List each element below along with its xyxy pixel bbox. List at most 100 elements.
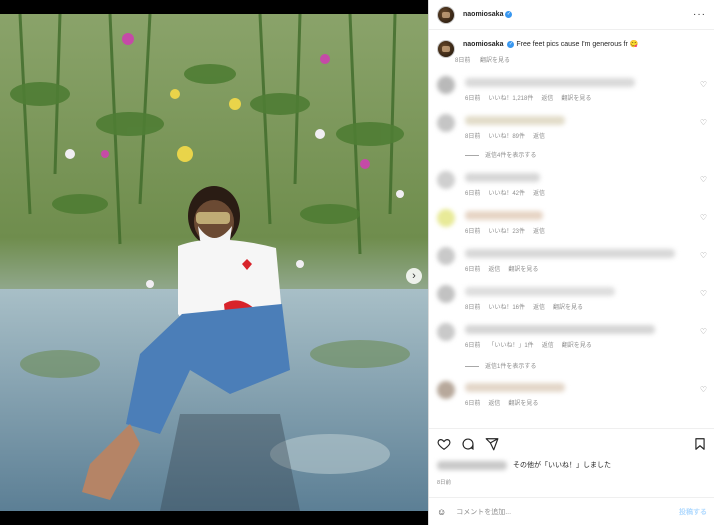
- comment-meta-item[interactable]: 翻訳を見る: [553, 305, 583, 311]
- more-icon[interactable]: ···: [693, 9, 706, 20]
- view-replies-label[interactable]: 返信4件を表示する: [485, 153, 536, 159]
- comment-meta-item[interactable]: 返信: [533, 191, 545, 197]
- comment-meta-item[interactable]: 返信: [533, 305, 545, 311]
- comment-heart-icon[interactable]: ♡: [700, 213, 707, 222]
- blurred-comment-text: [465, 325, 655, 334]
- caption: naomiosaka ✓ Free feet pics cause I'm ge…: [429, 34, 714, 64]
- comment-heart-icon[interactable]: ♡: [700, 80, 707, 89]
- comment-meta-item[interactable]: いいね！42件: [488, 191, 525, 197]
- blurred-comment-text: [465, 173, 540, 182]
- comment-meta-item[interactable]: 返信: [542, 343, 554, 349]
- comment-row: 6日前 いいね！23件 返信 ♡: [429, 207, 714, 237]
- comment-meta-item[interactable]: いいね！1,218件: [488, 96, 533, 102]
- comment-heart-icon[interactable]: ♡: [700, 327, 707, 336]
- comment-meta-item[interactable]: 「いいね！」1件: [488, 343, 533, 349]
- commenter-avatar[interactable]: [437, 247, 455, 265]
- likes-text[interactable]: その他が「いいね！」しました: [513, 460, 611, 470]
- comment-meta-item[interactable]: 翻訳を見る: [561, 96, 591, 102]
- comment-meta-item[interactable]: いいね！89件: [488, 134, 525, 140]
- view-replies-link[interactable]: 返信1件を表示する: [465, 361, 536, 370]
- comment-meta: 6日前 返信 翻訳を見る: [465, 398, 546, 407]
- comment-row: 6日前 返信 翻訳を見る ♡: [429, 379, 714, 409]
- comment-row: 6日前 いいね！42件 返信 ♡: [429, 169, 714, 199]
- verified-icon: ✓: [507, 40, 515, 48]
- likes-summary: その他が「いいね！」しました: [437, 460, 611, 470]
- comment-meta-item[interactable]: 翻訳を見る: [508, 401, 538, 407]
- blurred-comment-text: [465, 287, 615, 296]
- comments-list[interactable]: naomiosaka ✓ Free feet pics cause I'm ge…: [429, 34, 714, 426]
- add-comment-bar: ☺ コメントを追加... 投稿する: [429, 497, 714, 525]
- comment-heart-icon[interactable]: ♡: [700, 385, 707, 394]
- username[interactable]: naomiosaka: [463, 11, 503, 18]
- commenter-avatar[interactable]: [437, 76, 455, 94]
- commenter-avatar[interactable]: [437, 171, 455, 189]
- blurred-liker: [437, 460, 507, 470]
- comment-icon[interactable]: [461, 437, 475, 451]
- translate-link[interactable]: 翻訳を見る: [480, 58, 510, 64]
- photo-image: [0, 14, 428, 511]
- caption-username[interactable]: naomiosaka: [463, 41, 503, 48]
- comment-meta-item[interactable]: 翻訳を見る: [562, 343, 592, 349]
- comment-heart-icon[interactable]: ♡: [700, 175, 707, 184]
- post-button[interactable]: 投稿する: [679, 507, 707, 517]
- comment-meta: 6日前 いいね！23件 返信: [465, 226, 553, 235]
- blurred-comment-text: [465, 78, 635, 87]
- share-icon[interactable]: [485, 437, 499, 451]
- comment-row: 6日前 「いいね！」1件 返信 翻訳を見る ♡: [429, 321, 714, 351]
- comment-row: 8日前 いいね！16件 返信 翻訳を見る ♡: [429, 283, 714, 313]
- comment-input[interactable]: コメントを追加...: [456, 507, 679, 517]
- comment-meta-item[interactable]: 返信: [533, 134, 545, 140]
- comment-meta-item: 6日前: [465, 229, 481, 235]
- caption-time: 8日前: [455, 58, 471, 64]
- instagram-post-view: › naomiosaka ✓ ··· naomiosaka ✓ Free fee…: [0, 0, 714, 525]
- verified-icon: ✓: [505, 11, 513, 18]
- comment-meta: 6日前 返信 翻訳を見る: [465, 264, 546, 273]
- comment-meta: 8日前 いいね！89件 返信: [465, 131, 553, 140]
- post-photo[interactable]: ›: [0, 14, 428, 511]
- post-header: naomiosaka ✓ ···: [429, 0, 714, 30]
- caption-meta: 8日前 翻訳を見る: [455, 55, 638, 64]
- save-icon[interactable]: [693, 437, 707, 451]
- reply-line: [465, 154, 479, 156]
- post-actions: [429, 428, 714, 458]
- commenter-avatar[interactable]: [437, 381, 455, 399]
- comment-meta-item: 8日前: [465, 305, 481, 311]
- comment-meta: 6日前 いいね！42件 返信: [465, 188, 553, 197]
- comment-meta-item: 8日前: [465, 134, 481, 140]
- comment-meta: 8日前 いいね！16件 返信 翻訳を見る: [465, 302, 591, 311]
- blurred-comment-text: [465, 249, 675, 258]
- caption-text: Free feet pics cause I'm generous fr 😋: [516, 41, 639, 48]
- commenter-avatar[interactable]: [437, 114, 455, 132]
- carousel-next-icon[interactable]: ›: [406, 268, 422, 284]
- view-replies-label[interactable]: 返信1件を表示する: [485, 364, 536, 370]
- blurred-comment-text: [465, 116, 565, 125]
- comment-meta-item: 6日前: [465, 267, 481, 273]
- comment-meta-item[interactable]: 返信: [541, 96, 553, 102]
- comment-meta-item[interactable]: 返信: [533, 229, 545, 235]
- comment-meta-item[interactable]: 返信: [488, 401, 500, 407]
- emoji-icon[interactable]: ☺: [437, 507, 446, 517]
- comment-heart-icon[interactable]: ♡: [700, 118, 707, 127]
- comment-meta-item[interactable]: いいね！23件: [488, 229, 525, 235]
- comment-meta-item: 6日前: [465, 401, 481, 407]
- comment-meta-item: 6日前: [465, 343, 481, 349]
- commenter-avatar[interactable]: [437, 323, 455, 341]
- avatar[interactable]: [437, 5, 455, 24]
- comment-heart-icon[interactable]: ♡: [700, 251, 707, 260]
- blurred-comment-text: [465, 383, 565, 392]
- comment-meta-item: 6日前: [465, 96, 481, 102]
- commenter-avatar[interactable]: [437, 209, 455, 227]
- comment-row: 6日前 いいね！1,218件 返信 翻訳を見る ♡: [429, 74, 714, 104]
- avatar[interactable]: [437, 40, 455, 58]
- blurred-comment-text: [465, 211, 543, 220]
- comment-meta-item[interactable]: いいね！16件: [488, 305, 525, 311]
- reply-line: [465, 365, 479, 367]
- view-replies-link[interactable]: 返信4件を表示する: [465, 150, 536, 159]
- heart-icon[interactable]: [437, 437, 451, 451]
- commenter-avatar[interactable]: [437, 285, 455, 303]
- comment-meta-item[interactable]: 返信: [488, 267, 500, 273]
- comment-meta-item[interactable]: 翻訳を見る: [508, 267, 538, 273]
- comment-heart-icon[interactable]: ♡: [700, 289, 707, 298]
- comment-row: 8日前 いいね！89件 返信 ♡: [429, 112, 714, 142]
- comment-meta: 6日前 いいね！1,218件 返信 翻訳を見る: [465, 93, 599, 102]
